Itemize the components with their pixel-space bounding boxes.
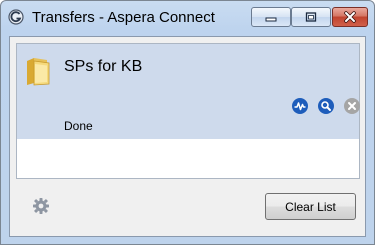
remove-button[interactable] (344, 98, 360, 114)
minimize-icon (265, 17, 277, 22)
transfer-status: Done (64, 119, 93, 133)
title-bar[interactable]: Transfers - Aspera Connect (1, 1, 374, 34)
reveal-button[interactable] (318, 98, 334, 114)
clear-list-button[interactable]: Clear List (265, 193, 356, 220)
minimize-button[interactable] (251, 7, 291, 27)
activity-graph-icon (294, 102, 306, 111)
transfer-name: SPs for KB (64, 58, 143, 75)
close-button[interactable] (332, 7, 368, 27)
folder-icon (27, 58, 50, 86)
aspera-connect-icon (8, 9, 24, 25)
remove-icon (348, 102, 356, 110)
activity-graph-button[interactable] (292, 98, 308, 114)
maximize-button[interactable] (291, 7, 331, 27)
window-title: Transfers - Aspera Connect (32, 9, 215, 26)
transfer-list[interactable]: SPs for KB Done (16, 43, 360, 179)
transfer-item[interactable]: SPs for KB Done (17, 44, 360, 139)
reveal-search-icon (321, 101, 331, 111)
transfers-window: Transfers - Aspera Connect SPs for KB Do… (0, 0, 375, 245)
maximize-icon (305, 12, 317, 22)
window-content: SPs for KB Done Clear List (9, 36, 366, 237)
close-icon (344, 11, 356, 23)
gear-icon[interactable] (32, 197, 50, 215)
